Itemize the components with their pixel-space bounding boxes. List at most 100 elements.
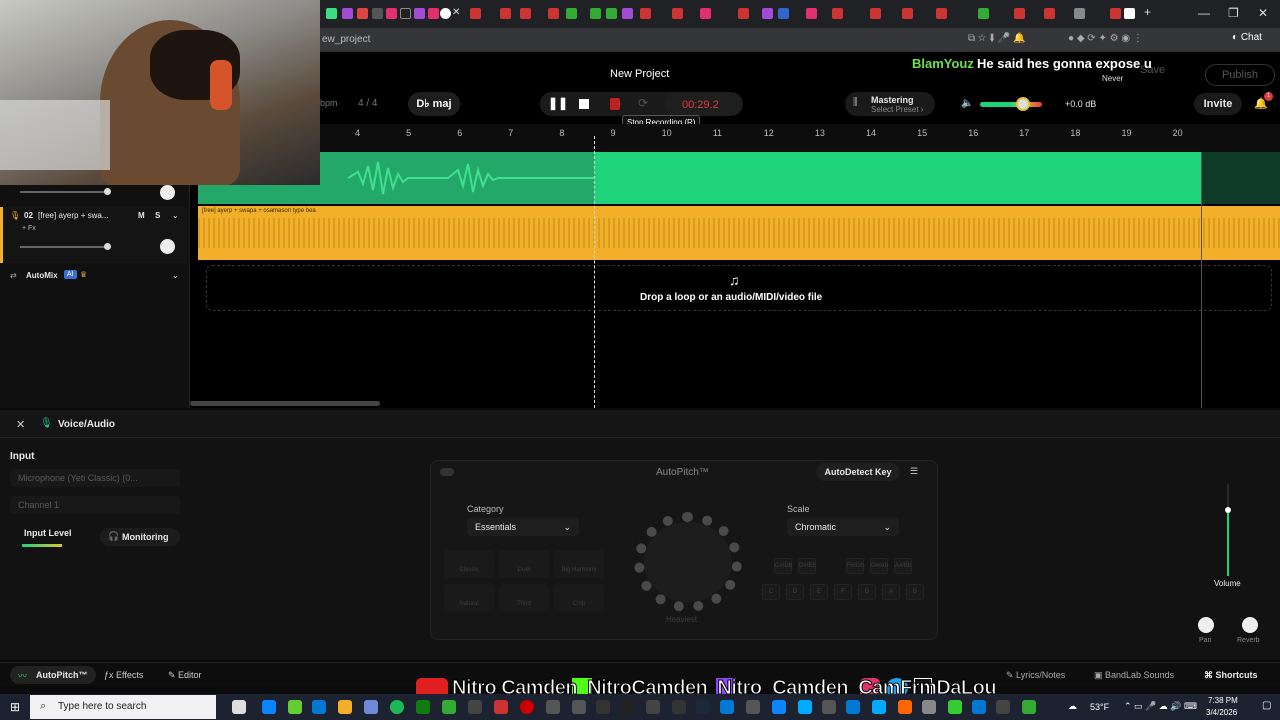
app-icon[interactable] bbox=[288, 700, 302, 714]
key-button-b[interactable]: B bbox=[906, 584, 924, 600]
tab-favicon[interactable] bbox=[1074, 8, 1085, 19]
windows-start-icon[interactable]: ⊞ bbox=[10, 700, 20, 714]
tab-favicon[interactable] bbox=[386, 8, 397, 19]
tab-favicon[interactable] bbox=[414, 8, 425, 19]
reverb-knob[interactable] bbox=[1242, 617, 1258, 633]
track-1-pan-knob[interactable] bbox=[160, 185, 175, 200]
tab-favicon[interactable] bbox=[832, 8, 843, 19]
key-button-f[interactable]: F bbox=[834, 584, 852, 600]
tab-favicon[interactable] bbox=[762, 8, 773, 19]
app-icon[interactable] bbox=[846, 700, 860, 714]
tab-favicon[interactable] bbox=[500, 8, 511, 19]
close-window-icon[interactable]: ✕ bbox=[1258, 6, 1268, 20]
input-device-select[interactable]: Microphone (Yeti Classic) (0... bbox=[10, 469, 180, 487]
pause-icon[interactable]: ❚❚ bbox=[548, 96, 568, 112]
tab-favicon[interactable] bbox=[428, 8, 439, 19]
weather-temp[interactable]: 53°F bbox=[1090, 702, 1109, 712]
track-1-volume-slider[interactable] bbox=[20, 191, 108, 193]
taskbar-search[interactable]: ⌕ Type here to search bbox=[30, 695, 216, 719]
chat-button[interactable]: ◐ Chat bbox=[1232, 32, 1262, 43]
tab-favicon[interactable] bbox=[622, 8, 633, 19]
key-button[interactable]: D♭ maj bbox=[408, 92, 460, 116]
effects-tab[interactable]: ƒx Effects bbox=[104, 670, 143, 680]
tab-favicon[interactable] bbox=[566, 8, 577, 19]
volume-fader-handle[interactable] bbox=[1225, 507, 1231, 513]
tab-favicon[interactable] bbox=[357, 8, 368, 19]
app-icon[interactable] bbox=[494, 700, 508, 714]
key-button-fsharp[interactable]: F#/Gb bbox=[846, 558, 864, 574]
tab-favicon[interactable] bbox=[778, 8, 789, 19]
key-button-gsharp[interactable]: G#/Ab bbox=[870, 558, 888, 574]
editor-tab[interactable]: ✎ Editor bbox=[168, 670, 202, 681]
chevron-down-icon[interactable]: ⌄ bbox=[172, 271, 179, 280]
invite-button[interactable]: Invite bbox=[1194, 93, 1242, 115]
autodetect-key-button[interactable]: AutoDetect Key bbox=[816, 463, 900, 481]
close-panel-icon[interactable]: ✕ bbox=[16, 418, 25, 431]
tab-favicon[interactable] bbox=[978, 8, 989, 19]
notifications-icon[interactable]: ▢ bbox=[1262, 700, 1271, 711]
app-icon[interactable] bbox=[798, 700, 812, 714]
spotify-icon[interactable] bbox=[390, 700, 404, 714]
bandlab-sounds-button[interactable]: ▣ BandLab Sounds bbox=[1094, 670, 1174, 681]
tab-favicon[interactable] bbox=[606, 8, 617, 19]
automix-label[interactable]: AutoMix bbox=[26, 271, 58, 280]
app-icon[interactable] bbox=[620, 700, 634, 714]
publish-button[interactable]: Publish bbox=[1205, 64, 1275, 86]
track-2-volume-slider[interactable] bbox=[20, 246, 108, 248]
chevron-down-icon[interactable]: ⌄ bbox=[172, 211, 179, 220]
monitoring-button[interactable]: 🎧 Monitoring bbox=[100, 528, 180, 546]
tab-favicon[interactable] bbox=[1110, 8, 1121, 19]
tab-favicon[interactable] bbox=[902, 8, 913, 19]
playhead[interactable] bbox=[594, 136, 595, 408]
clock-date[interactable]: 3/4/2026 bbox=[1206, 708, 1237, 717]
track-2-audio-region[interactable] bbox=[198, 206, 1280, 260]
key-button-asharp[interactable]: A#/Bb bbox=[894, 558, 912, 574]
time-signature[interactable]: 4 / 4 bbox=[358, 98, 377, 109]
edge-icon[interactable] bbox=[262, 700, 276, 714]
app-icon[interactable] bbox=[720, 700, 734, 714]
key-button-e[interactable]: E bbox=[810, 584, 828, 600]
steam-icon[interactable] bbox=[696, 700, 710, 714]
app-icon[interactable] bbox=[948, 700, 962, 714]
address-bar[interactable]: ew_project ⧉ ☆ ⬇ 🎤 🔔 ● ◆ ⟳ ✦ ⚙ ◉ ⋮ ◐ Cha… bbox=[320, 28, 1280, 52]
explorer-icon[interactable] bbox=[338, 700, 352, 714]
key-button-g[interactable]: G bbox=[858, 584, 876, 600]
strength-dial-center[interactable] bbox=[644, 522, 732, 602]
app-icon[interactable] bbox=[746, 700, 760, 714]
stop-icon[interactable] bbox=[579, 99, 589, 109]
loop-icon[interactable]: ⟳ bbox=[638, 96, 654, 112]
channel-select[interactable]: Channel 1 bbox=[10, 496, 180, 514]
github-icon[interactable] bbox=[572, 700, 586, 714]
master-volume-slider[interactable] bbox=[980, 102, 1042, 107]
app-icon[interactable] bbox=[996, 700, 1010, 714]
tab-favicon[interactable] bbox=[870, 8, 881, 19]
key-button-csharp[interactable]: C#/Db bbox=[774, 558, 792, 574]
preset-natural[interactable]: Natural bbox=[444, 584, 494, 612]
toolbar-icons[interactable]: ● ◆ ⟳ ✦ ⚙ ◉ ⋮ bbox=[1068, 33, 1143, 44]
pan-knob[interactable] bbox=[1198, 617, 1214, 633]
app-icon[interactable] bbox=[972, 700, 986, 714]
preset-chip[interactable]: Chip bbox=[554, 584, 604, 612]
tab-favicon[interactable] bbox=[936, 8, 947, 19]
discord-icon[interactable] bbox=[364, 700, 378, 714]
preset-third[interactable]: Third bbox=[499, 584, 549, 612]
app-icon[interactable] bbox=[822, 700, 836, 714]
app-icon[interactable] bbox=[672, 700, 686, 714]
tab-favicon[interactable] bbox=[1044, 8, 1055, 19]
app-icon[interactable] bbox=[546, 700, 560, 714]
tab-favicon[interactable] bbox=[806, 8, 817, 19]
task-view-icon[interactable] bbox=[232, 700, 246, 714]
app-icon[interactable] bbox=[898, 700, 912, 714]
speaker-mute-icon[interactable]: 🔈 bbox=[961, 98, 973, 109]
horizontal-scrollbar[interactable] bbox=[190, 401, 380, 406]
project-title[interactable]: New Project bbox=[610, 68, 669, 80]
tab-favicon[interactable] bbox=[700, 8, 711, 19]
app-icon[interactable] bbox=[872, 700, 886, 714]
new-tab-icon[interactable]: + bbox=[1144, 5, 1151, 19]
tab-favicon[interactable] bbox=[672, 8, 683, 19]
tab-favicon[interactable] bbox=[372, 8, 383, 19]
bpm-field[interactable]: bpm bbox=[320, 98, 338, 108]
key-button-a[interactable]: A bbox=[882, 584, 900, 600]
tab-favicon[interactable] bbox=[548, 8, 559, 19]
tab-favicon[interactable] bbox=[640, 8, 651, 19]
